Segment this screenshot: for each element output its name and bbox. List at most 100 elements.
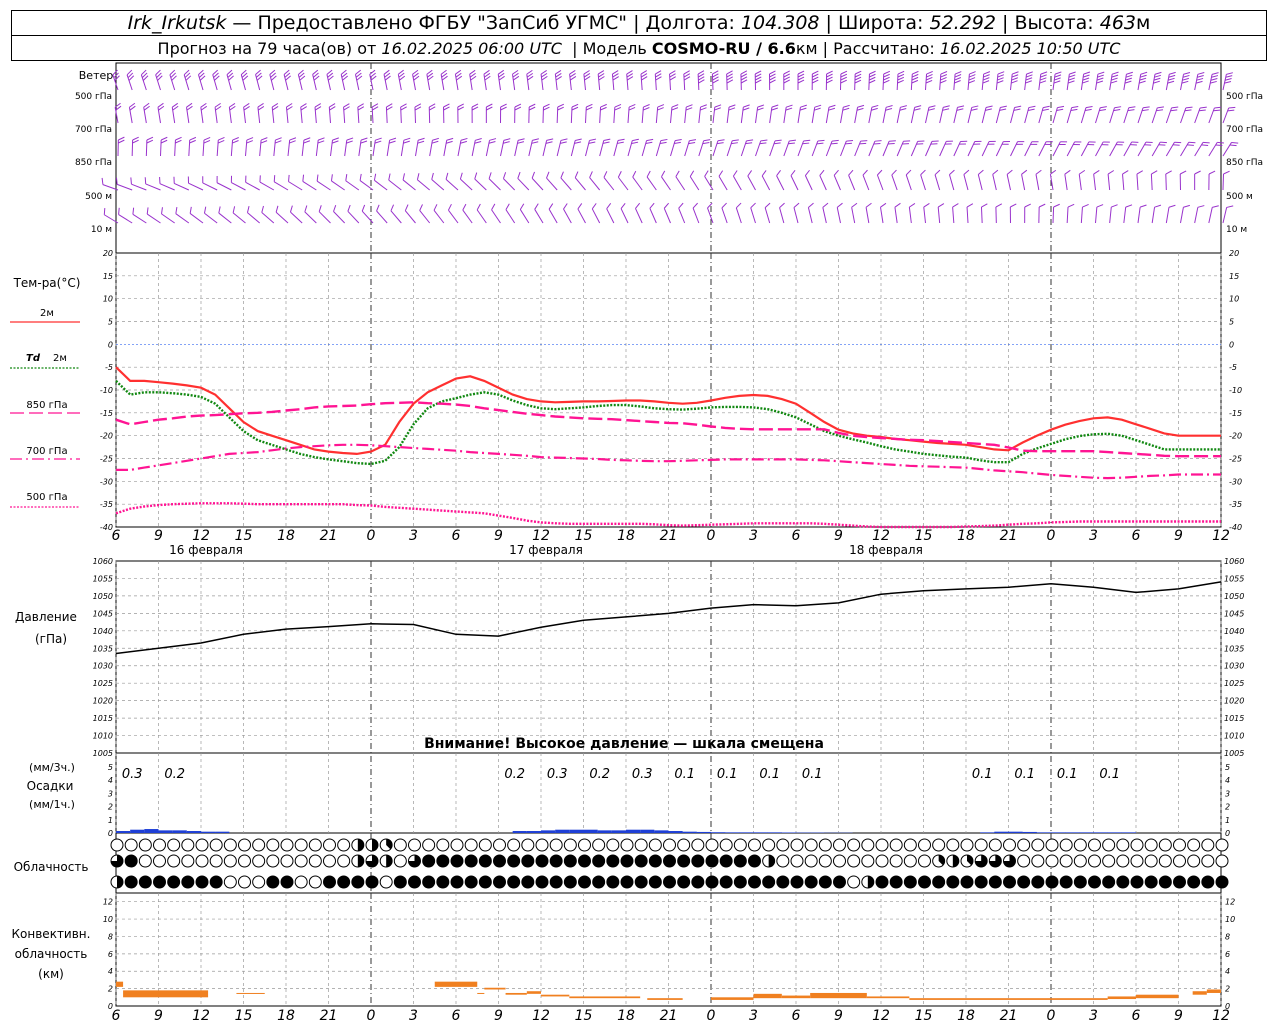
wind-barb-feather — [130, 177, 132, 185]
wind-barb-feather — [118, 136, 125, 141]
cloud-fill — [635, 855, 648, 867]
cloud-fill — [635, 876, 648, 888]
wind-barb-feather — [103, 208, 106, 215]
wind-barb-feather — [1111, 204, 1118, 208]
wind-barb — [402, 179, 416, 191]
wind-barb-feather — [1099, 108, 1107, 112]
wind-barb-feather — [789, 139, 796, 142]
wind-barb-feather — [1071, 105, 1079, 109]
cloud-circle — [223, 838, 237, 852]
conv-title-2: облачность — [15, 947, 88, 961]
cloud-fill — [606, 876, 619, 888]
wind-barb-feather — [360, 137, 368, 141]
wind-barb — [443, 140, 448, 157]
wind-barb — [920, 174, 926, 191]
cloud-circle — [209, 854, 223, 868]
precip-bar — [994, 831, 1009, 833]
precip-unit-3h: (мм/3ч.) — [29, 761, 75, 774]
cloud-circle — [946, 838, 960, 852]
wind-barb — [963, 174, 969, 191]
wind-barb — [980, 206, 983, 224]
wind-barb-feather — [514, 103, 522, 108]
wind-barb-feather — [1185, 106, 1193, 109]
wind-barb — [361, 210, 374, 224]
wind-barb-feather — [992, 169, 999, 175]
wind-barb-feather — [626, 70, 633, 75]
wind-barb-feather — [189, 139, 196, 144]
wind-barb-feather — [189, 206, 192, 214]
wind-barb-feather — [540, 69, 547, 75]
wind-barb-feather — [416, 173, 420, 180]
pressure-tick-left: 1025 — [93, 679, 113, 688]
wind-barb-feather — [376, 204, 380, 212]
wind-barb-feather — [669, 76, 676, 81]
wind-barb-feather — [783, 70, 790, 75]
wind-barb-feather — [217, 139, 225, 144]
cloud-fill — [465, 876, 478, 888]
cloud-fill — [932, 876, 945, 888]
wind-barb-feather — [375, 137, 382, 141]
wind-barb — [953, 74, 956, 91]
wind-barb-feather — [999, 108, 1007, 111]
cloud-circle — [776, 838, 790, 852]
wind-barb-feather — [431, 172, 434, 180]
wind-barb-feather — [1165, 170, 1172, 175]
cloud-circle — [195, 838, 209, 852]
wind-barb — [388, 179, 402, 191]
wind-barb — [1038, 141, 1047, 157]
wind-barb-feather — [471, 103, 479, 108]
wind-barb — [1006, 174, 1011, 191]
wind-barb-feather — [1012, 71, 1019, 75]
wind-barb — [670, 140, 676, 157]
wind-barb-feather — [997, 74, 1005, 78]
wind-barb-feather — [1201, 144, 1209, 146]
cloud-fill — [1159, 876, 1172, 888]
temperature-lines — [10, 321, 1221, 529]
cloud-circle — [1158, 838, 1172, 852]
precip-3h-label: 0.1 — [1099, 767, 1120, 782]
convective-bar — [434, 981, 478, 987]
wind-barb — [445, 178, 459, 191]
wind-barb — [995, 74, 999, 91]
wind-barb-feather — [800, 104, 807, 108]
temp-tick-left: -20 — [100, 432, 113, 441]
wind-barb-feather — [698, 73, 705, 78]
wind-barb — [675, 176, 686, 191]
cloud-circle — [818, 838, 832, 852]
wind-barb-feather — [528, 103, 536, 108]
precip-bar — [640, 829, 655, 833]
wind-barb-feather — [303, 140, 311, 144]
cloud-fill — [649, 876, 662, 888]
temp-tick-left: -25 — [100, 455, 113, 464]
cloud-fill — [918, 876, 931, 888]
wind-barb-feather — [1195, 80, 1203, 84]
wind-barb-feather — [1097, 74, 1104, 78]
cloud-fill — [196, 876, 208, 888]
wind-barb-feather — [641, 76, 648, 81]
wind-barb-feather — [175, 206, 178, 214]
date-label: 16 февраля — [169, 543, 243, 557]
wind-barb-feather — [160, 136, 168, 141]
wind-barb — [783, 107, 787, 124]
wind-barb-feather — [803, 139, 811, 142]
wind-barb-feather — [760, 139, 768, 142]
wind-barb-feather — [232, 206, 236, 213]
cloud-sector — [357, 855, 364, 867]
precip-bar — [201, 831, 216, 833]
wind-barb — [1180, 74, 1185, 91]
temp-tick-left: -35 — [100, 500, 113, 509]
wind-barb — [1165, 141, 1175, 157]
wind-barb-feather — [1069, 71, 1076, 75]
wind-barb — [374, 179, 388, 191]
cloud-circle — [691, 838, 705, 852]
wind-barb-feather — [743, 104, 750, 108]
wind-barb — [1095, 74, 1099, 91]
wind-barb-feather — [675, 170, 680, 177]
wind-barb-feather — [600, 103, 607, 108]
wind-barb-feather — [257, 106, 265, 111]
convective-bar — [116, 981, 124, 987]
wind-barb-feather — [714, 107, 721, 111]
wind-barb-feather — [934, 169, 941, 176]
cloud-circle — [337, 838, 351, 852]
cloud-circle — [1158, 854, 1172, 868]
